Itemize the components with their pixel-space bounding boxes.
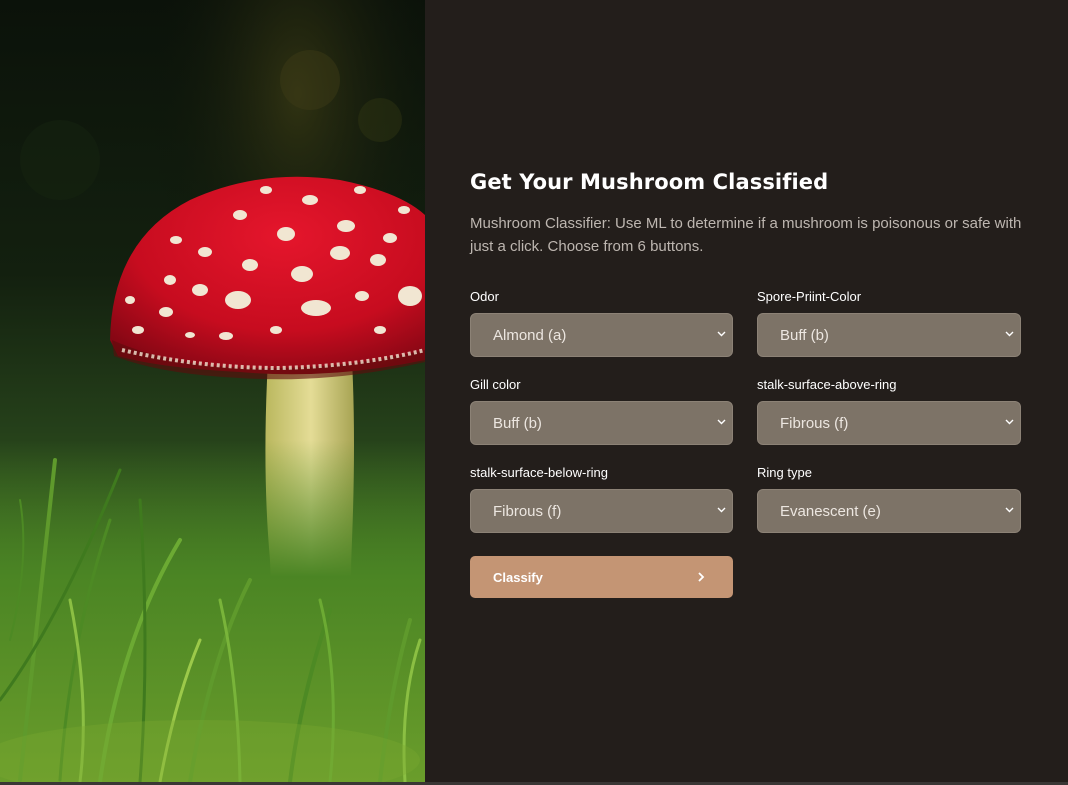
- page: Get Your Mushroom Classified Mushroom Cl…: [0, 0, 1068, 785]
- classify-button[interactable]: Classify: [470, 556, 733, 598]
- classifier-form: Get Your Mushroom Classified Mushroom Cl…: [470, 170, 1021, 598]
- field-label: stalk-surface-above-ring: [757, 377, 897, 392]
- chevron-down-icon: [716, 505, 726, 515]
- field-ring-type: Ring type Evanescent (e): [757, 465, 1021, 533]
- ring-type-select[interactable]: Evanescent (e): [757, 489, 1021, 533]
- field-label: Spore-Priint-Color: [757, 289, 862, 304]
- field-label: Ring type: [757, 465, 812, 480]
- field-stalk-surface-below-ring: stalk-surface-below-ring Fibrous (f): [470, 465, 733, 533]
- select-value: Buff (b): [493, 415, 542, 432]
- page-description: Mushroom Classifier: Use ML to determine…: [470, 215, 1022, 255]
- chevron-down-icon: [716, 417, 726, 427]
- chevron-down-icon: [1004, 417, 1014, 427]
- spore-print-color-select[interactable]: Buff (b): [757, 313, 1021, 357]
- field-gill-color: Gill color Buff (b): [470, 377, 733, 445]
- stalk-surface-below-ring-select[interactable]: Fibrous (f): [470, 489, 733, 533]
- mushroom-photo: [0, 0, 425, 782]
- select-value: Buff (b): [780, 327, 829, 344]
- field-label: Gill color: [470, 377, 521, 392]
- chevron-right-icon: [696, 570, 706, 582]
- chevron-down-icon: [1004, 329, 1014, 339]
- field-stalk-surface-above-ring: stalk-surface-above-ring Fibrous (f): [757, 377, 1021, 445]
- select-value: Almond (a): [493, 327, 567, 344]
- stalk-surface-above-ring-select[interactable]: Fibrous (f): [757, 401, 1021, 445]
- select-value: Fibrous (f): [493, 503, 562, 520]
- classify-button-label: Classify: [493, 570, 543, 585]
- field-label: Odor: [470, 289, 499, 304]
- page-title: Get Your Mushroom Classified: [470, 170, 829, 194]
- odor-select[interactable]: Almond (a): [470, 313, 733, 357]
- field-odor: Odor Almond (a): [470, 289, 733, 357]
- fields-grid: Odor Almond (a) Spore-Priint-Color Buff …: [470, 289, 1021, 533]
- gill-color-select[interactable]: Buff (b): [470, 401, 733, 445]
- form-panel: Get Your Mushroom Classified Mushroom Cl…: [425, 0, 1068, 782]
- select-value: Evanescent (e): [780, 503, 881, 520]
- chevron-down-icon: [1004, 505, 1014, 515]
- field-spore-print-color: Spore-Priint-Color Buff (b): [757, 289, 1021, 357]
- chevron-down-icon: [716, 329, 726, 339]
- select-value: Fibrous (f): [780, 415, 849, 432]
- field-label: stalk-surface-below-ring: [470, 465, 608, 480]
